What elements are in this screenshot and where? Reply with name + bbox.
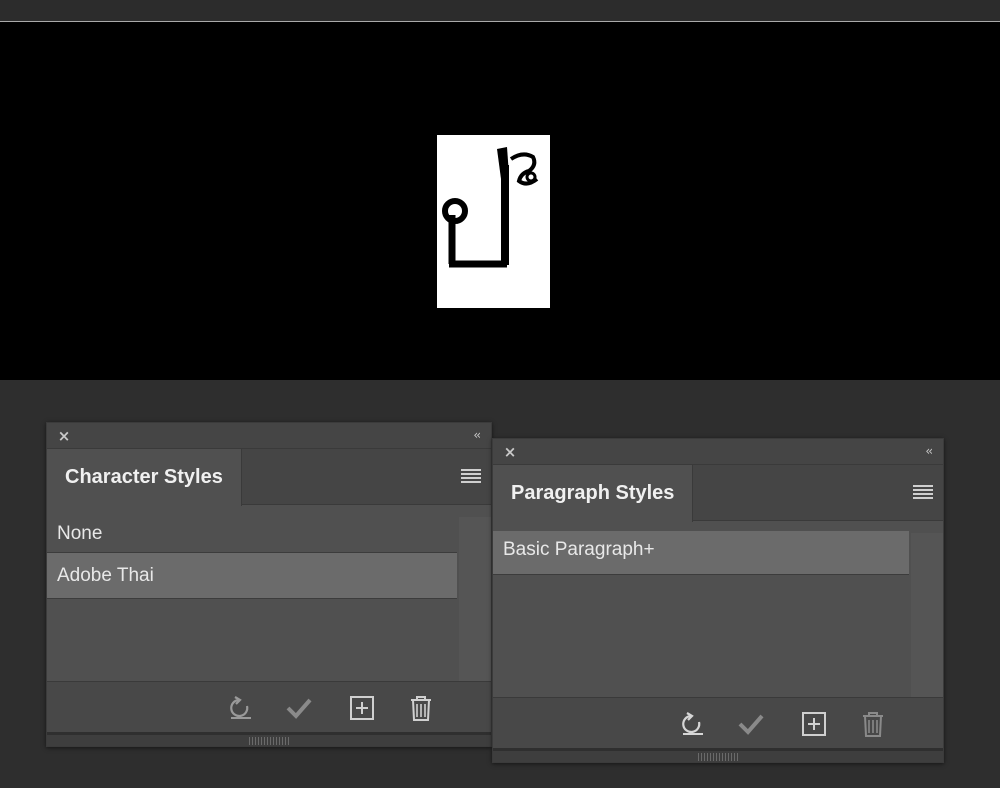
clear-overrides-icon[interactable]: [225, 692, 257, 724]
scrollbar[interactable]: [459, 517, 491, 681]
character-styles-panel: × ‹‹ Character Styles None Adobe Thai: [46, 422, 492, 747]
list-item-none[interactable]: None: [47, 505, 457, 553]
paragraph-styles-panel: × ‹‹ Paragraph Styles Basic Paragraph+: [492, 438, 944, 763]
delete-icon[interactable]: [857, 708, 889, 740]
list-item-basic-paragraph[interactable]: Basic Paragraph+: [493, 531, 909, 575]
tab-strip: Character Styles: [47, 449, 491, 506]
collapse-icon[interactable]: ‹‹: [473, 428, 480, 442]
thai-glyph-image: [442, 147, 539, 268]
apply-checkmark-icon[interactable]: [735, 708, 767, 740]
tab-paragraph-styles[interactable]: Paragraph Styles: [493, 465, 694, 522]
panel-titlebar[interactable]: × ‹‹: [47, 423, 491, 449]
close-icon[interactable]: ×: [503, 445, 517, 460]
panel-footer: [47, 681, 491, 733]
collapse-icon[interactable]: ‹‹: [925, 444, 932, 458]
panel-menu-icon[interactable]: [913, 485, 933, 499]
resize-grip[interactable]: [698, 753, 738, 761]
new-style-icon[interactable]: [346, 692, 378, 724]
panel-titlebar[interactable]: × ‹‹: [493, 439, 943, 465]
thai-glyph-page[interactable]: [437, 135, 550, 308]
resize-bar[interactable]: [47, 732, 491, 746]
apply-checkmark-icon[interactable]: [283, 692, 315, 724]
document-canvas[interactable]: [0, 22, 1000, 380]
panel-menu-icon[interactable]: [461, 469, 481, 483]
clear-overrides-icon[interactable]: [677, 708, 709, 740]
resize-grip[interactable]: [249, 737, 289, 745]
tab-strip: Paragraph Styles: [493, 465, 943, 522]
resize-bar[interactable]: [493, 748, 943, 762]
delete-icon[interactable]: [405, 692, 437, 724]
tab-character-styles[interactable]: Character Styles: [47, 449, 242, 506]
close-icon[interactable]: ×: [57, 429, 71, 444]
scrollbar[interactable]: [911, 533, 943, 697]
new-style-icon[interactable]: [798, 708, 830, 740]
top-bar: [0, 0, 1000, 22]
panel-footer: [493, 697, 943, 749]
list-item-adobe-thai[interactable]: Adobe Thai: [47, 553, 457, 599]
styles-list: None Adobe Thai: [47, 505, 457, 599]
styles-list: Basic Paragraph+: [493, 521, 909, 575]
